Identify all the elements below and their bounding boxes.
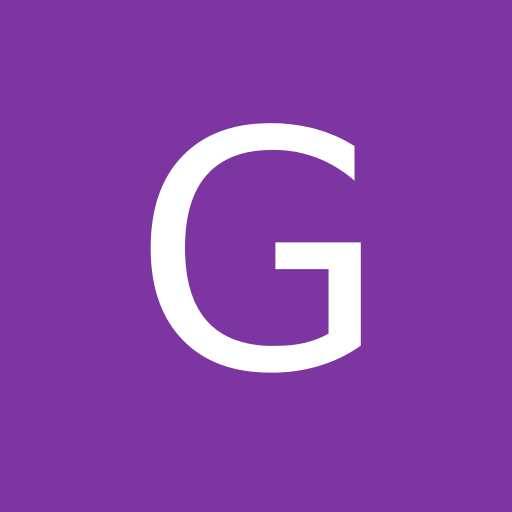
avatar-letter: G — [132, 62, 388, 446]
avatar: G — [0, 0, 512, 512]
